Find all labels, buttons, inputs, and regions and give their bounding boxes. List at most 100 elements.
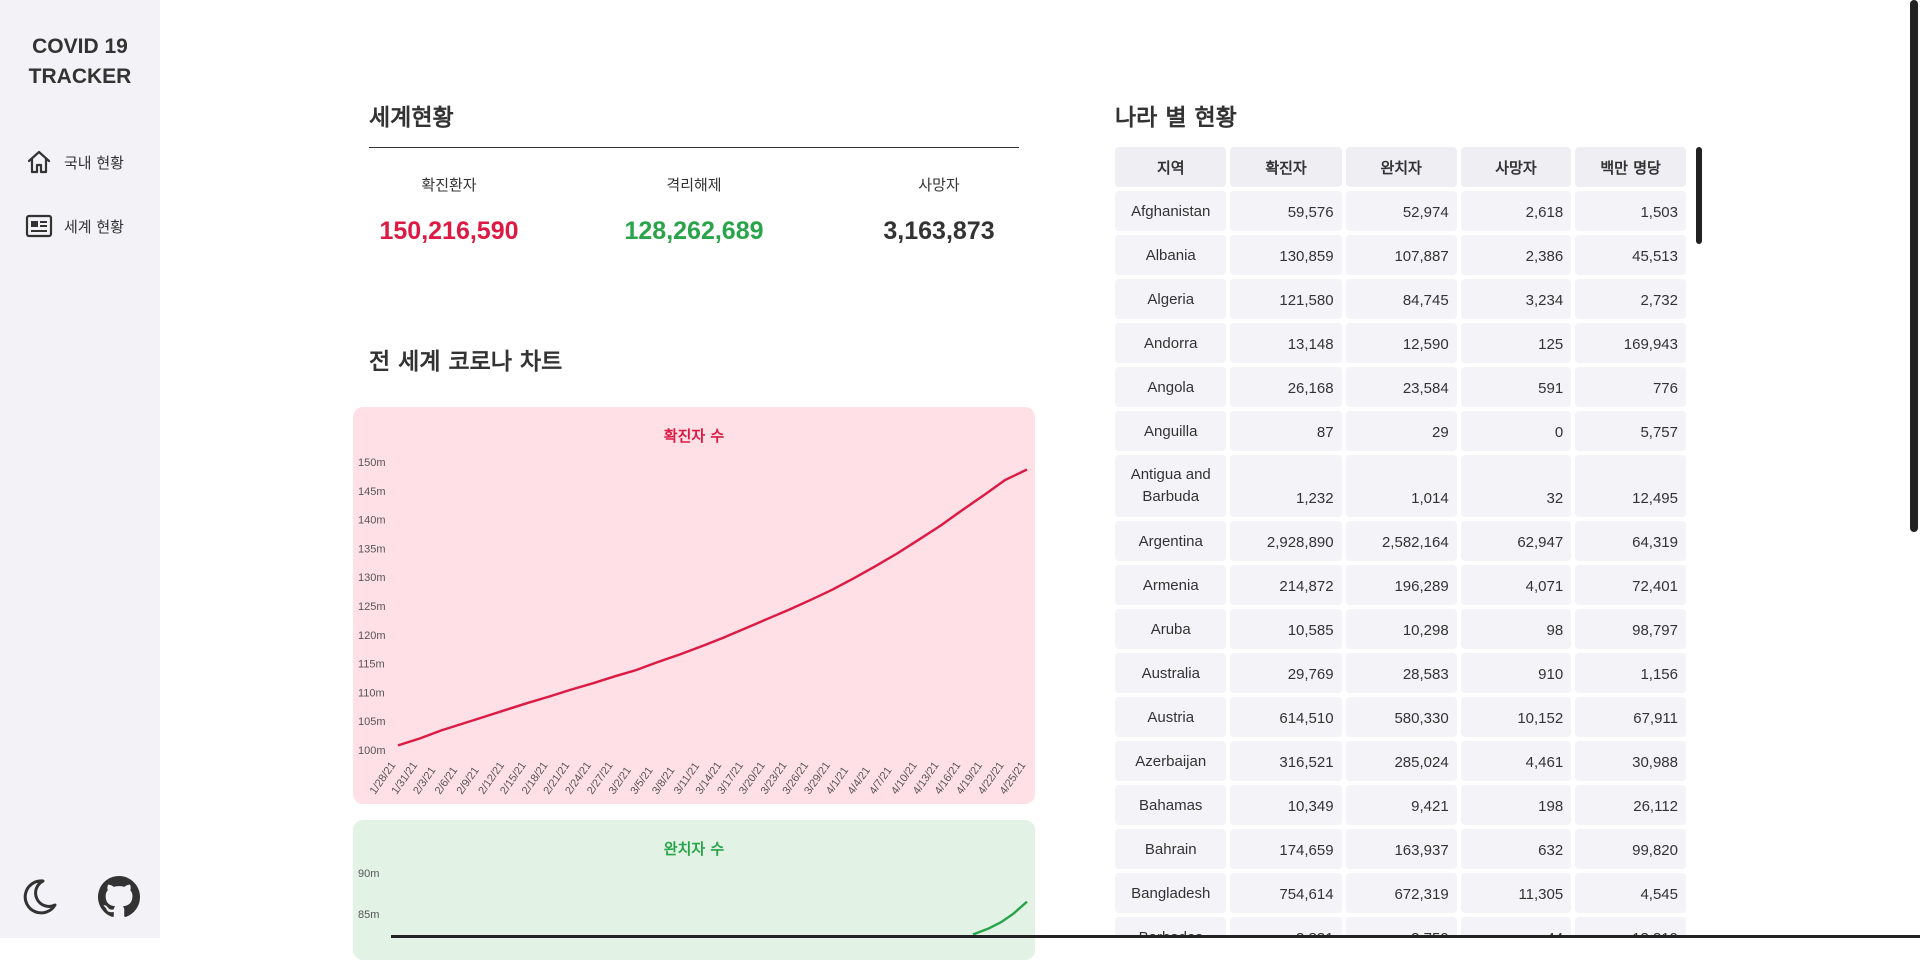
value-cell: 130,859 (1230, 235, 1342, 275)
value-cell: 614,510 (1230, 697, 1342, 737)
header-deaths[interactable]: 사망자 (1460, 147, 1572, 187)
recovered-chart: 완치자 수 85m 90m (353, 820, 1035, 960)
confirmed-line-chart: 100m 105m 110m 115m 120m 125m 130m 135m 140m 145m… (358, 457, 1029, 797)
country-table: 지역 확진자 완치자 사망자 백만 명당 Afghanistan 59,576 52… (1115, 147, 1690, 938)
value-cell: 2,386 (1460, 235, 1572, 275)
country-name-cell: Argentina (1115, 521, 1227, 561)
y-tick-label: 140m (358, 515, 386, 527)
table-row: Azerbaijan 316,521 285,024 4,461 30,988 (1115, 741, 1686, 781)
value-cell: 776 (1575, 367, 1686, 407)
stat-recovered: 격리해제 128,262,689 (569, 174, 819, 246)
sidebar-item-label: 국내 현황 (64, 153, 124, 172)
value-cell: 163,937 (1345, 829, 1457, 869)
y-tick-label: 150m (358, 457, 386, 469)
table-row: Aruba 10,585 10,298 98 98,797 (1115, 609, 1686, 649)
country-name-cell: Bahrain (1115, 829, 1227, 869)
country-name-cell: Bangladesh (1115, 873, 1227, 913)
stat-label: 사망자 (918, 176, 960, 194)
value-cell: 580,330 (1345, 697, 1457, 737)
stat-label: 확진환자 (421, 176, 477, 194)
sidebar: COVID 19 TRACKER 국내 현황 세계 현황 (0, 0, 160, 938)
value-cell: 0 (1460, 411, 1572, 451)
value-cell: 26,112 (1575, 785, 1686, 825)
stat-label: 격리해제 (666, 176, 722, 194)
value-cell: 52,974 (1345, 191, 1457, 231)
value-cell: 4,545 (1575, 873, 1686, 913)
value-cell: 591 (1460, 367, 1572, 407)
table-row: Angola 26,168 23,584 591 776 (1115, 367, 1686, 407)
sidebar-item-world[interactable]: 세계 현황 (24, 210, 124, 242)
country-name-cell: Andorra (1115, 323, 1227, 363)
github-icon[interactable] (98, 876, 140, 918)
y-tick-label: 125m (358, 601, 386, 613)
table-row: Austria 614,510 580,330 10,152 67,911 (1115, 697, 1686, 737)
value-cell: 62,947 (1460, 521, 1572, 561)
country-name-cell: Bahamas (1115, 785, 1227, 825)
value-cell: 84,745 (1345, 279, 1457, 319)
stat-value: 128,262,689 (624, 217, 764, 245)
stat-deaths: 사망자 3,163,873 (814, 174, 1064, 246)
header-recovered[interactable]: 완치자 (1345, 147, 1457, 187)
value-cell: 285,024 (1345, 741, 1457, 781)
table-row: Andorra 13,148 12,590 125 169,943 (1115, 323, 1686, 363)
value-cell: 3,234 (1460, 279, 1572, 319)
moon-icon[interactable] (18, 876, 60, 918)
y-tick-label: 115m (358, 659, 385, 671)
country-name-cell: Angola (1115, 367, 1227, 407)
stat-confirmed: 확진환자 150,216,590 (324, 174, 574, 246)
table-row: Albania 130,859 107,887 2,386 45,513 (1115, 235, 1686, 275)
table-row: Bahrain 174,659 163,937 632 99,820 (1115, 829, 1686, 869)
header-region[interactable]: 지역 (1115, 147, 1227, 187)
value-cell: 45,513 (1575, 235, 1686, 275)
value-cell: 910 (1460, 653, 1572, 693)
value-cell: 10,585 (1230, 609, 1342, 649)
logo-line-2: TRACKER (28, 65, 132, 88)
table-row: Anguilla 87 29 0 5,757 (1115, 411, 1686, 451)
stat-value: 3,163,873 (883, 217, 995, 245)
table-row: Australia 29,769 28,583 910 1,156 (1115, 653, 1686, 693)
country-name-cell: Afghanistan (1115, 191, 1227, 231)
newspaper-icon (24, 211, 54, 241)
value-cell: 10,349 (1230, 785, 1342, 825)
value-cell: 174,659 (1230, 829, 1342, 869)
divider (369, 147, 1019, 148)
country-name-cell: Albania (1115, 235, 1227, 275)
value-cell: 121,580 (1230, 279, 1342, 319)
home-icon (24, 147, 54, 177)
value-cell: 29 (1345, 411, 1457, 451)
logo-line-1: COVID 19 (32, 35, 128, 58)
value-cell: 1,232 (1230, 455, 1342, 517)
table-row: Algeria 121,580 84,745 3,234 2,732 (1115, 279, 1686, 319)
recovered-series-line (972, 900, 1028, 936)
country-status-title: 나라 별 현황 (1115, 105, 1237, 131)
value-cell: 13,148 (1230, 323, 1342, 363)
y-tick-label: 100m (358, 745, 386, 757)
value-cell: 28,583 (1345, 653, 1457, 693)
chart-section-title: 전 세계 코로나 차트 (369, 349, 563, 375)
value-cell: 632 (1460, 829, 1572, 869)
value-cell: 198 (1460, 785, 1572, 825)
value-cell: 10,152 (1460, 697, 1572, 737)
value-cell: 1,156 (1575, 653, 1686, 693)
y-tick-label: 110m (358, 687, 385, 699)
app-logo[interactable]: COVID 19 TRACKER (0, 32, 160, 92)
sidebar-item-label: 세계 현황 (64, 217, 124, 236)
value-cell: 169,943 (1575, 323, 1686, 363)
page-scrollbar[interactable] (1910, 0, 1918, 532)
value-cell: 107,887 (1345, 235, 1457, 275)
value-cell: 32 (1460, 455, 1572, 517)
header-per-million[interactable]: 백만 명당 (1575, 147, 1686, 187)
header-confirmed[interactable]: 확진자 (1230, 147, 1342, 187)
country-table-container[interactable]: 지역 확진자 완치자 사망자 백만 명당 Afghanistan 59,576 52… (1115, 147, 1690, 938)
country-name-cell: Australia (1115, 653, 1227, 693)
country-name-cell: Armenia (1115, 565, 1227, 605)
value-cell: 26,168 (1230, 367, 1342, 407)
value-cell: 59,576 (1230, 191, 1342, 231)
value-cell: 196,289 (1345, 565, 1457, 605)
sidebar-item-domestic[interactable]: 국내 현황 (24, 146, 124, 178)
country-name-cell: Algeria (1115, 279, 1227, 319)
table-header-row: 지역 확진자 완치자 사망자 백만 명당 (1115, 147, 1686, 187)
value-cell: 67,911 (1575, 697, 1686, 737)
y-tick-label: 135m (358, 543, 386, 555)
table-scrollbar[interactable] (1696, 147, 1702, 244)
